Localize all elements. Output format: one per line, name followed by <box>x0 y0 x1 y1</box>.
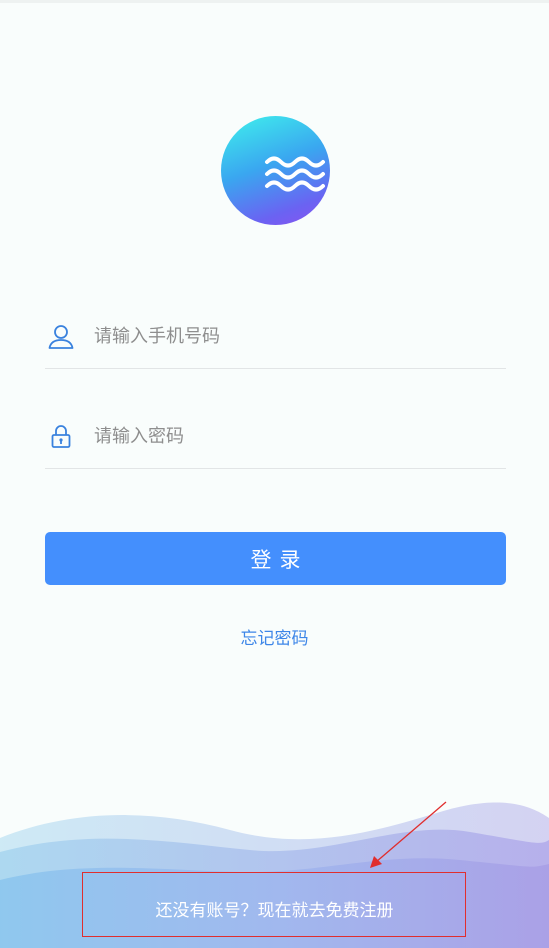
register-link[interactable]: 还没有账号？现在就去免费注册 <box>0 896 549 921</box>
phone-input[interactable] <box>94 320 494 352</box>
annotation-arrow <box>370 801 447 868</box>
lock-icon <box>51 425 71 448</box>
status-bar-divider <box>0 0 549 3</box>
phone-field <box>45 318 506 369</box>
wave-logo-icon <box>265 156 325 192</box>
password-field <box>45 418 506 469</box>
app-logo <box>221 116 330 225</box>
login-button[interactable]: 登录 <box>45 532 506 585</box>
password-input[interactable] <box>94 420 494 452</box>
user-icon <box>48 325 74 349</box>
forgot-password-link[interactable]: 忘记密码 <box>0 624 549 649</box>
